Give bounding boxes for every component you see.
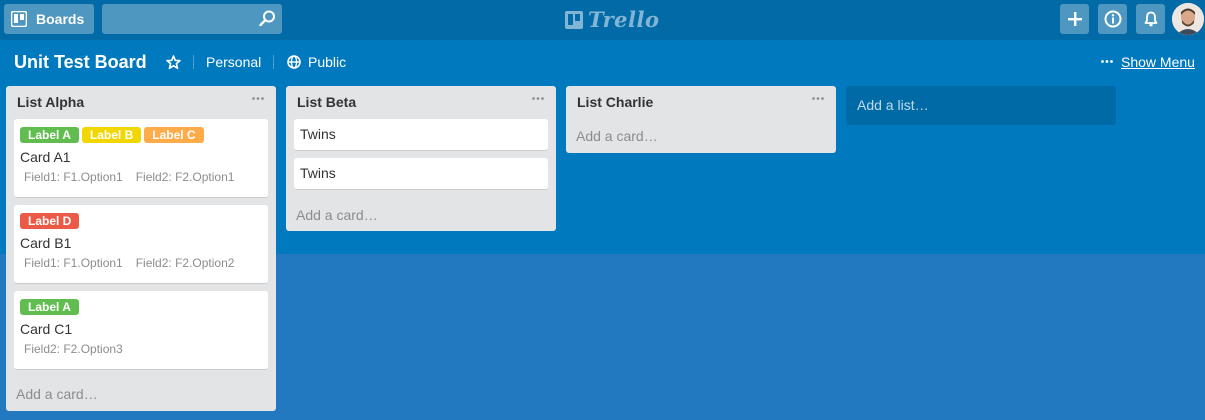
custom-field: Field1: F1.Option1 xyxy=(24,256,123,270)
add-card-button[interactable]: Add a card… xyxy=(296,207,378,223)
info-button[interactable] xyxy=(1098,4,1127,34)
label-chip[interactable]: Label A xyxy=(20,299,79,315)
star-icon[interactable] xyxy=(166,55,181,70)
trello-logo[interactable]: Trello xyxy=(565,7,660,32)
label-chip[interactable]: Label C xyxy=(144,127,204,143)
search-icon[interactable] xyxy=(259,10,276,27)
trello-wordmark: Trello xyxy=(588,7,660,32)
notifications-button[interactable] xyxy=(1136,4,1165,34)
add-card-button[interactable]: Add a card… xyxy=(576,128,658,144)
list-menu-icon[interactable] xyxy=(532,97,544,100)
add-list-button[interactable]: Add a list… xyxy=(846,86,1116,125)
label-chip[interactable]: Label B xyxy=(81,127,142,143)
card-b1[interactable]: Label D Card B1 Field1: F1.Option1 Field… xyxy=(14,205,268,284)
list-alpha: List Alpha Label A Label B Label C Card … xyxy=(6,86,276,411)
card-c1[interactable]: Label A Card C1 Field2: F2.Option3 xyxy=(14,291,268,370)
card-labels: Label A Label B Label C xyxy=(14,119,268,143)
list-header[interactable]: List Beta xyxy=(286,86,556,118)
header-divider xyxy=(193,55,194,69)
list-charlie: List Charlie Add a card… xyxy=(566,86,836,153)
header-divider xyxy=(273,55,274,69)
avatar[interactable] xyxy=(1172,3,1204,35)
card-labels: Label A xyxy=(14,291,268,315)
add-button[interactable] xyxy=(1060,4,1089,34)
app-header: Boards Trello xyxy=(0,0,1205,40)
list-header[interactable]: List Charlie xyxy=(566,86,836,118)
card-fields: Field2: F2.Option3 xyxy=(14,342,268,356)
card-title: Card C1 xyxy=(20,321,73,337)
card-title: Card B1 xyxy=(20,235,72,251)
globe-icon[interactable] xyxy=(287,55,301,69)
custom-field: Field2: F2.Option3 xyxy=(24,342,123,356)
bell-icon xyxy=(1144,11,1157,27)
list-beta: List Beta Twins Twins Add a card… xyxy=(286,86,556,231)
info-icon xyxy=(1104,10,1121,28)
team-button[interactable]: Personal xyxy=(206,54,261,70)
list-title[interactable]: List Alpha xyxy=(17,94,84,110)
list-menu-icon[interactable] xyxy=(252,97,264,100)
board-title[interactable]: Unit Test Board xyxy=(14,52,147,73)
card-title: Twins xyxy=(300,165,336,181)
plus-icon xyxy=(1067,12,1082,26)
list-title[interactable]: List Beta xyxy=(297,94,356,110)
card-fields: Field1: F1.Option1 Field2: F2.Option1 xyxy=(14,170,268,184)
card-title: Card A1 xyxy=(20,149,71,165)
card-labels: Label D xyxy=(14,205,268,229)
custom-field: Field2: F2.Option1 xyxy=(135,170,235,184)
card-twins[interactable]: Twins xyxy=(294,119,548,151)
card-twins[interactable]: Twins xyxy=(294,158,548,190)
show-menu-link[interactable]: Show Menu xyxy=(1121,54,1195,70)
more-icon[interactable] xyxy=(1101,60,1113,63)
custom-field: Field2: F2.Option2 xyxy=(135,256,235,270)
trello-logo-icon xyxy=(565,10,583,29)
add-card-button[interactable]: Add a card… xyxy=(16,386,98,402)
search-input[interactable] xyxy=(102,4,282,34)
list-header[interactable]: List Alpha xyxy=(6,86,276,118)
add-list-label: Add a list… xyxy=(857,97,929,113)
visibility-button[interactable]: Public xyxy=(308,54,346,70)
card-fields: Field1: F1.Option1 Field2: F2.Option2 xyxy=(14,256,268,270)
boards-button[interactable]: Boards xyxy=(4,4,94,34)
boards-icon xyxy=(11,11,27,27)
label-chip[interactable]: Label D xyxy=(20,213,80,229)
label-chip[interactable]: Label A xyxy=(20,127,79,143)
avatar-image xyxy=(1172,3,1204,35)
card-title: Twins xyxy=(300,126,336,142)
list-title[interactable]: List Charlie xyxy=(577,94,653,110)
list-menu-icon[interactable] xyxy=(812,97,824,100)
boards-label: Boards xyxy=(36,11,85,27)
custom-field: Field1: F1.Option1 xyxy=(24,170,123,184)
card-a1[interactable]: Label A Label B Label C Card A1 Field1: … xyxy=(14,119,268,198)
